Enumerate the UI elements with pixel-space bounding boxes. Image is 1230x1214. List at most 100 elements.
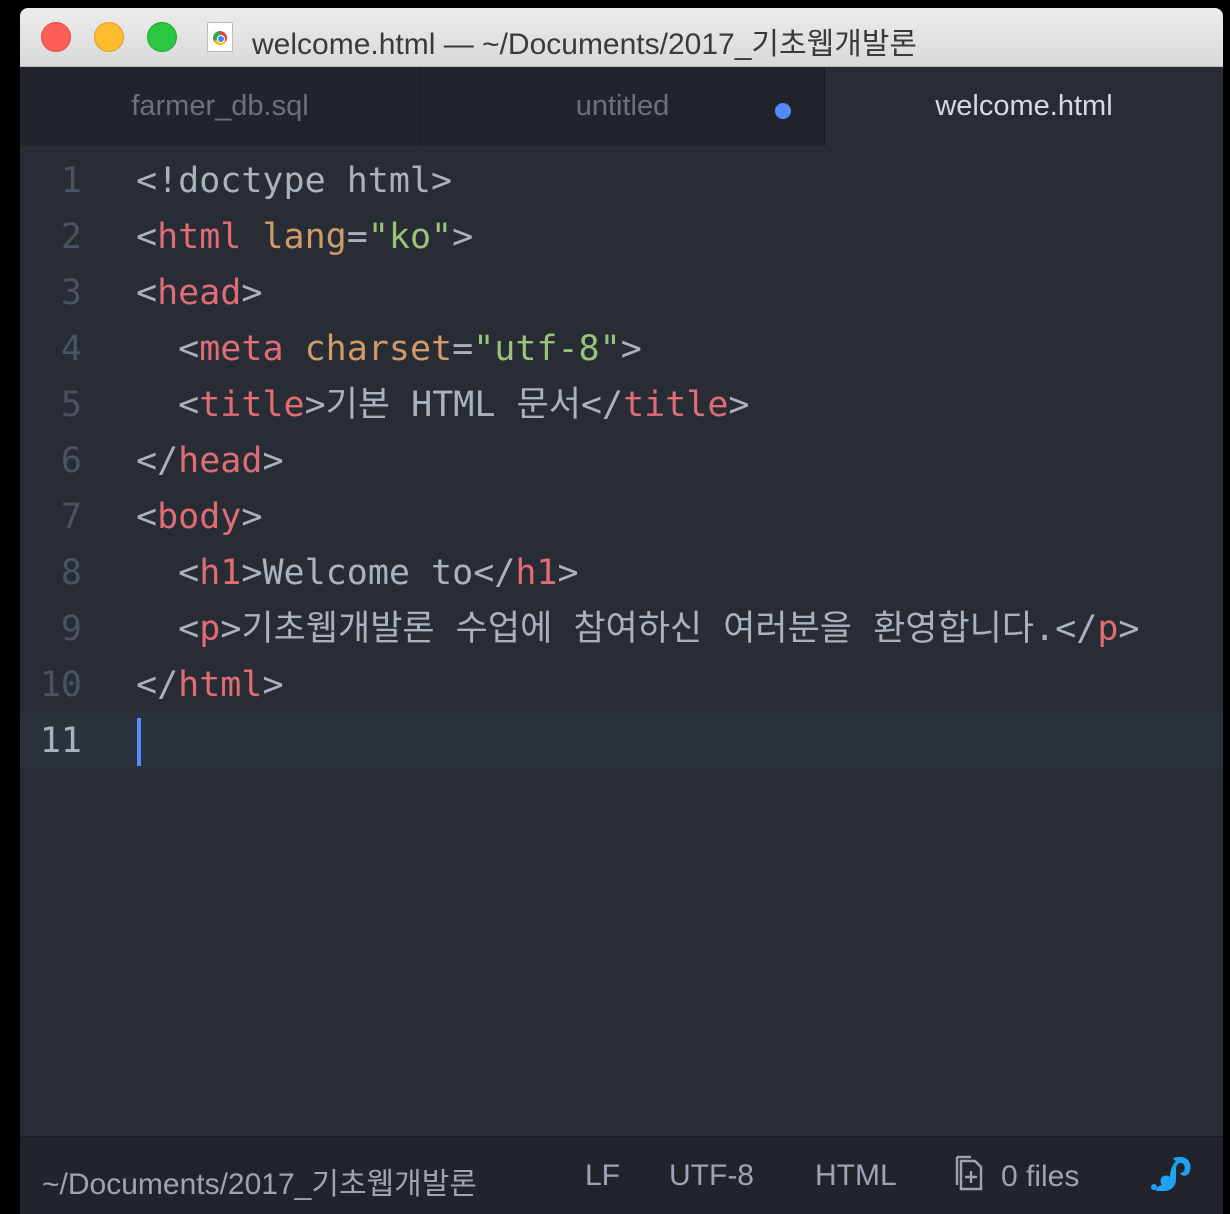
line-number[interactable]: 6 (20, 433, 82, 489)
diff-files-icon (955, 1155, 983, 1191)
tab-farmer-db-sql[interactable]: farmer_db.sql (20, 67, 421, 146)
status-bar: ~/Documents/2017_기초웹개발론 LF UTF-8 HTML 0 … (20, 1136, 1223, 1214)
code-line[interactable]: 7 <body> (20, 489, 1223, 545)
unsaved-dot-icon[interactable] (775, 103, 791, 119)
window-title: welcome.html — ~/Documents/2017_기초웹개발론 (252, 28, 917, 61)
token-text: 기본 HTML 문서 (325, 385, 581, 425)
line-number[interactable]: 1 (20, 153, 82, 209)
token-str: "ko" (367, 217, 453, 257)
token-tag: p (199, 609, 221, 649)
token-punct: </ (136, 665, 179, 705)
token-punct: </ (1055, 609, 1098, 649)
code-line[interactable]: 10 </html> (20, 657, 1223, 713)
line-number[interactable]: 9 (20, 601, 82, 657)
tab-untitled[interactable]: untitled (421, 67, 825, 146)
status-line-ending[interactable]: LF (585, 1159, 620, 1193)
code-line[interactable]: 2 <html lang="ko"> (20, 209, 1223, 265)
token-punct: < (136, 497, 158, 537)
token-punct: < (178, 385, 200, 425)
code-line[interactable]: 4 <meta charset="utf-8"> (20, 321, 1223, 377)
line-code: <body> (136, 489, 262, 545)
line-number[interactable]: 5 (20, 377, 82, 433)
token-punct: > (728, 385, 750, 425)
token-punct: > (262, 665, 284, 705)
line-code: <html lang="ko"> (136, 209, 473, 265)
tab-label: untitled (575, 90, 670, 122)
code-line[interactable]: 11 (20, 713, 1223, 769)
line-code: <!doctype html> (136, 153, 452, 209)
token-punct: </ (580, 385, 624, 425)
line-code: <head> (136, 265, 262, 321)
token-punct: > (1118, 609, 1140, 649)
status-grammar[interactable]: HTML (815, 1159, 897, 1193)
code-line[interactable]: 6 </head> (20, 433, 1223, 489)
token-tag: h1 (199, 553, 242, 593)
status-file-path[interactable]: ~/Documents/2017_기초웹개발론 (42, 1159, 477, 1203)
files-count: 0 files (1001, 1160, 1080, 1193)
line-number[interactable]: 11 (20, 713, 82, 769)
token-tag: meta (199, 329, 284, 369)
squirrel-update-icon[interactable] (1150, 1153, 1194, 1205)
status-encoding[interactable]: UTF-8 (669, 1159, 754, 1193)
token-text: Welcome to (262, 553, 474, 593)
token-tag: title (199, 385, 305, 425)
line-code: </head> (136, 433, 284, 489)
token-tag: p (1097, 609, 1119, 649)
tab-label: welcome.html (935, 90, 1113, 122)
tab-welcome-html[interactable]: welcome.html (825, 67, 1223, 146)
token-text: 기초웹개발론 수업에 참여하신 여러분을 환영합니다. (241, 609, 1056, 649)
line-number[interactable]: 4 (20, 321, 82, 377)
line-number[interactable]: 8 (20, 545, 82, 601)
token-punct: </ (473, 553, 516, 593)
title-bar[interactable]: welcome.html — ~/Documents/2017_기초웹개발론 (20, 8, 1223, 67)
token-attr: charset (304, 329, 453, 369)
code-line[interactable]: 3 <head> (20, 265, 1223, 321)
line-code: <title>기본 HTML 문서</title> (136, 377, 750, 433)
token-punct: = (346, 217, 368, 257)
token-tag: head (157, 273, 242, 313)
token-tag: html (178, 665, 263, 705)
code-editor[interactable]: 1 <!doctype html> 2 <html lang="ko"> 3 <head>… (20, 146, 1223, 1136)
close-window-button[interactable] (41, 22, 71, 52)
token-attr: lang (262, 217, 347, 257)
html-document-icon (207, 22, 233, 52)
token-tag: html (157, 217, 242, 257)
line-number[interactable]: 7 (20, 489, 82, 545)
token-tag: head (178, 441, 263, 481)
line-number[interactable]: 10 (20, 657, 82, 713)
code-line[interactable]: 1 <!doctype html> (20, 153, 1223, 209)
code-line[interactable]: 9 <p>기초웹개발론 수업에 참여하신 여러분을 환영합니다.</p> (20, 601, 1223, 657)
token-punct: > (557, 553, 579, 593)
text-cursor (137, 718, 141, 766)
maximize-window-button[interactable] (147, 22, 177, 52)
token-punct: < (178, 609, 200, 649)
editor-window: welcome.html — ~/Documents/2017_기초웹개발론 f… (20, 8, 1223, 1214)
code-line[interactable]: 8 <h1>Welcome to</h1> (20, 545, 1223, 601)
code-line[interactable]: 5 <title>기본 HTML 문서</title> (20, 377, 1223, 433)
status-git-files[interactable]: 0 files (955, 1155, 1080, 1195)
token-tag: body (157, 497, 242, 537)
token-punct: < (178, 553, 200, 593)
token-punct: > (241, 497, 263, 537)
token-punct: < (178, 329, 200, 369)
token-punct: > (241, 553, 263, 593)
token-punct: < (136, 273, 158, 313)
token-punct: > (262, 441, 284, 481)
token-str: "utf-8" (473, 329, 621, 369)
line-number[interactable]: 2 (20, 209, 82, 265)
token-punct: = (452, 329, 474, 369)
tab-bar: farmer_db.sql untitled welcome.html (20, 67, 1223, 146)
line-code: <h1>Welcome to</h1> (136, 545, 579, 601)
minimize-window-button[interactable] (94, 22, 124, 52)
token-punct: > (220, 609, 242, 649)
line-code: <meta charset="utf-8"> (136, 321, 642, 377)
token-punct: > (452, 217, 474, 257)
tab-label: farmer_db.sql (131, 90, 309, 122)
token-punct: </ (136, 441, 179, 481)
line-number[interactable]: 3 (20, 265, 82, 321)
